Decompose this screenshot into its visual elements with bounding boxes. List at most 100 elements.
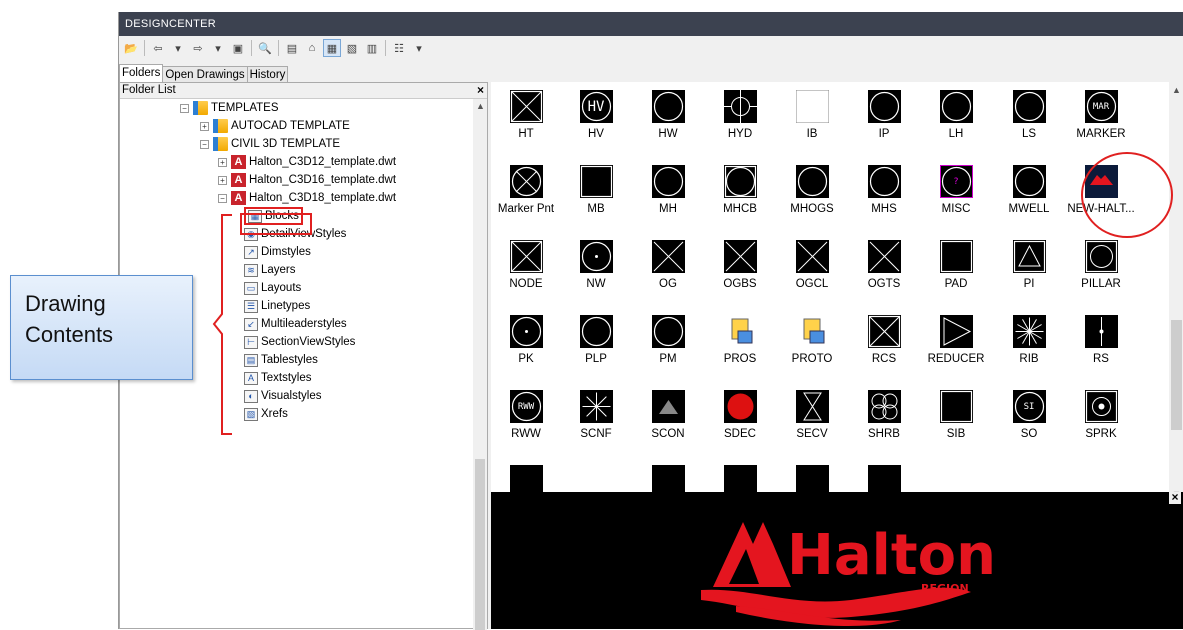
block-item[interactable]: ? MISC (921, 157, 991, 219)
block-item[interactable]: OGCL (777, 232, 847, 294)
block-item[interactable]: SCON (633, 382, 703, 444)
content-scrollbar[interactable]: ▲ ▼ (1169, 82, 1183, 502)
tree-item-linetypes[interactable]: ☰ Linetypes (244, 297, 310, 315)
tree-item-layers[interactable]: ≋ Layers (244, 261, 296, 279)
block-item[interactable]: SDEC (705, 382, 775, 444)
tree-item-dimstyles[interactable]: ↗ Dimstyles (244, 243, 311, 261)
block-item[interactable]: LS (994, 82, 1064, 144)
expand-icon[interactable]: + (218, 175, 227, 185)
block-item[interactable]: PAD (921, 232, 991, 294)
tree-item-layouts[interactable]: ▭ Layouts (244, 279, 301, 297)
scrollbar-thumb[interactable] (475, 459, 485, 630)
block-item[interactable]: Marker Pnt (491, 157, 561, 219)
tab-folders[interactable]: Folders (119, 64, 164, 82)
block-item[interactable]: HW (633, 82, 703, 144)
block-item[interactable]: SPRK (1066, 382, 1136, 444)
block-item[interactable]: HT (491, 82, 561, 144)
block-item[interactable]: HV HV (561, 82, 631, 144)
block-item[interactable]: NW (561, 232, 631, 294)
preview-toggle-icon[interactable]: ▧ (343, 39, 361, 57)
tab-history[interactable]: History (246, 66, 289, 82)
block-item[interactable]: MHS (849, 157, 919, 219)
block-item[interactable]: SHRB (849, 382, 919, 444)
collapse-icon[interactable]: − (180, 103, 189, 113)
home-icon[interactable]: ⌂ (303, 39, 321, 57)
block-thumbnail (651, 240, 685, 273)
tree-item-civil-3d-template[interactable]: − CIVIL 3D TEMPLATE (200, 135, 340, 153)
block-item[interactable]: IB (777, 82, 847, 144)
tab-open-drawings[interactable]: Open Drawings (162, 66, 248, 82)
tree-item-halton-c3d12-template-dwt[interactable]: + A Halton_C3D12_template.dwt (218, 153, 396, 171)
block-item[interactable]: HYD (705, 82, 775, 144)
tree-item-autocad-template[interactable]: + AUTOCAD TEMPLATE (200, 117, 350, 135)
block-item[interactable]: RIB (994, 307, 1064, 369)
up-icon[interactable]: ▣ (229, 39, 247, 57)
block-item[interactable]: PILLAR (1066, 232, 1136, 294)
block-grid: HT HV HV HW HYD IB IP LH LS MAR MARKER Marker Pnt MB… (491, 82, 1169, 502)
views-dropdown-icon[interactable]: ▾ (410, 39, 428, 57)
expand-icon[interactable]: + (200, 121, 209, 131)
tree-item-templates[interactable]: − TEMPLATES (180, 99, 279, 117)
tree-item-xrefs[interactable]: ▧ Xrefs (244, 405, 288, 423)
block-item[interactable]: NODE (491, 232, 561, 294)
block-item[interactable]: MHOGS (777, 157, 847, 219)
description-toggle-icon[interactable]: ▥ (363, 39, 381, 57)
scroll-up-icon[interactable]: ▲ (1172, 85, 1181, 95)
block-item[interactable]: SCNF (561, 382, 631, 444)
tree-item-blocks[interactable]: ▦ Blocks (244, 207, 303, 225)
block-item[interactable]: PROS (705, 307, 775, 369)
block-item[interactable]: IP (849, 82, 919, 144)
load-icon[interactable]: 📂 (122, 39, 140, 57)
tree-item-halton-c3d18-template-dwt[interactable]: − A Halton_C3D18_template.dwt (218, 189, 396, 207)
block-item[interactable]: RWW RWW (491, 382, 561, 444)
block-item[interactable]: PLP (561, 307, 631, 369)
block-item[interactable]: RS (1066, 307, 1136, 369)
block-item[interactable]: SIB (921, 382, 991, 444)
forward-icon[interactable]: ⇨ (189, 39, 207, 57)
back-icon[interactable]: ⇦ (149, 39, 167, 57)
block-item[interactable]: PM (633, 307, 703, 369)
tree-item-multileaderstyles[interactable]: ↙ Multileaderstyles (244, 315, 347, 333)
block-item[interactable]: MB (561, 157, 631, 219)
back-dropdown-icon[interactable]: ▾ (169, 39, 187, 57)
block-item[interactable]: PROTO (777, 307, 847, 369)
scroll-up-icon[interactable]: ▲ (476, 101, 485, 111)
forward-dropdown-icon[interactable]: ▾ (209, 39, 227, 57)
block-thumbnail (651, 315, 685, 348)
tree-item-tablestyles[interactable]: ▤ Tablestyles (244, 351, 318, 369)
collapse-icon[interactable]: − (218, 193, 227, 203)
tree-item-sectionviewstyles[interactable]: ⊢ SectionViewStyles (244, 333, 355, 351)
block-item[interactable]: LH (921, 82, 991, 144)
block-thumbnail (1084, 240, 1118, 273)
block-item[interactable]: SECV (777, 382, 847, 444)
expand-icon[interactable]: + (218, 157, 227, 167)
block-item[interactable]: OGTS (849, 232, 919, 294)
views-icon[interactable]: ☷ (390, 39, 408, 57)
folder-tree-scrollbar[interactable]: ▲ (473, 99, 487, 630)
block-item[interactable]: SI SO (994, 382, 1064, 444)
tree-view-toggle-icon[interactable]: ▦ (323, 39, 341, 57)
block-item[interactable]: MAR MARKER (1066, 82, 1136, 144)
tree-item-detailviewstyles[interactable]: ◉ DetailViewStyles (244, 225, 346, 243)
preview-pane: Halton REGION × (491, 491, 1183, 629)
close-icon[interactable]: × (477, 83, 484, 98)
block-item[interactable]: OG (633, 232, 703, 294)
block-item[interactable]: PI (994, 232, 1064, 294)
block-item[interactable]: MWELL (994, 157, 1064, 219)
search-icon[interactable]: 🔍 (256, 39, 274, 57)
block-item[interactable]: PK (491, 307, 561, 369)
scrollbar-thumb[interactable] (1171, 320, 1182, 430)
favorites-icon[interactable]: ▤ (283, 39, 301, 57)
close-icon[interactable]: × (1169, 491, 1181, 504)
block-item[interactable]: REDUCER (921, 307, 991, 369)
tree-item-visualstyles[interactable]: ◐ Visualstyles (244, 387, 322, 405)
collapse-icon[interactable]: − (200, 139, 209, 149)
block-item[interactable]: RCS (849, 307, 919, 369)
block-item[interactable]: NEW-HALT... (1066, 157, 1136, 219)
block-thumbnail (509, 240, 543, 273)
block-item[interactable]: MHCB (705, 157, 775, 219)
tree-item-textstyles[interactable]: A Textstyles (244, 369, 312, 387)
tree-item-halton-c3d16-template-dwt[interactable]: + A Halton_C3D16_template.dwt (218, 171, 396, 189)
block-item[interactable]: MH (633, 157, 703, 219)
block-item[interactable]: OGBS (705, 232, 775, 294)
